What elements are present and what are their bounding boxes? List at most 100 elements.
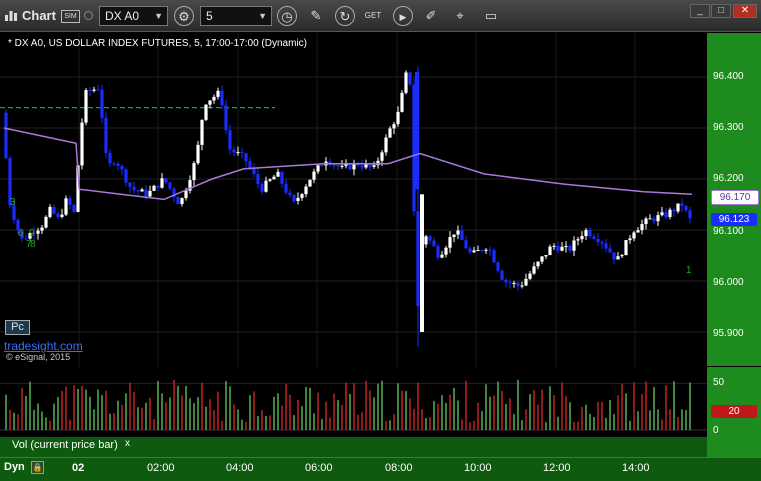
candle-body [556, 245, 560, 251]
minimize-button[interactable]: _ [690, 4, 710, 18]
time-icon[interactable]: ◷ [277, 6, 297, 26]
message-icon[interactable]: ▭ [481, 6, 501, 26]
candle-body [256, 174, 260, 184]
candle-body [360, 165, 364, 168]
candle-body [68, 198, 72, 205]
close-button[interactable]: ✕ [733, 4, 757, 18]
candle-body [276, 171, 280, 177]
candle-body [400, 92, 404, 112]
candle-body [52, 206, 56, 214]
candle-body [616, 256, 620, 260]
candle-body [92, 89, 96, 91]
candle-body [40, 227, 44, 231]
candle-body [144, 189, 148, 197]
candle-body [392, 124, 396, 129]
price-tick: 96.400 [713, 71, 744, 82]
candle-body [660, 212, 664, 216]
volume-study-label[interactable]: Vol (current price bar) [12, 439, 118, 451]
candle-body [272, 176, 276, 180]
dynamic-mode-label[interactable]: Dyn [4, 461, 25, 473]
candle-body [564, 246, 568, 248]
pattern-annotation: 3 [10, 197, 16, 208]
chart-toolbar: Chart SIM DX A0 ▼ ⚙ 5 ▼ ◷ ✎ ↻ GET ▶ ✐ ⌖ … [0, 0, 761, 32]
candle-body [364, 163, 368, 168]
price-chart[interactable]: 36 9781 [0, 33, 707, 367]
lock-icon[interactable]: 🔒 [31, 461, 44, 474]
pattern-annotation: 9 [29, 228, 35, 239]
candle-body [108, 152, 112, 164]
candle-body [544, 255, 548, 257]
refresh-icon[interactable]: ↻ [335, 6, 355, 26]
candle-body [456, 230, 460, 235]
candle-body [112, 163, 116, 165]
candle-body [264, 180, 268, 192]
volume-chart[interactable] [0, 367, 707, 437]
candle-body [420, 194, 424, 332]
symbol-settings-icon[interactable]: ⚙ [174, 6, 194, 26]
chevron-down-icon[interactable]: ▼ [258, 7, 267, 25]
candle-body [240, 152, 244, 154]
candle-body [600, 242, 604, 244]
candle-body [528, 273, 532, 279]
candle-body [200, 119, 204, 145]
candle-body [244, 153, 248, 162]
time-label: 12:00 [543, 462, 571, 474]
candle-body [104, 117, 108, 153]
candle-body [132, 186, 136, 191]
candle-body [116, 163, 120, 166]
maximize-button[interactable]: □ [711, 4, 731, 18]
candle-body [520, 285, 524, 287]
candle-body [576, 239, 580, 241]
candle-body [348, 164, 352, 170]
pattern-annotation: 1 [686, 265, 692, 276]
candle-body [652, 218, 656, 222]
candle-body [424, 236, 428, 245]
price-tick: 96.200 [713, 173, 744, 184]
time-axis[interactable]: Dyn 🔒 02 02:00 04:00 06:00 08:00 10:00 1… [0, 457, 761, 481]
edit-icon[interactable]: ✐ [421, 6, 441, 26]
chevron-down-icon[interactable]: ▼ [154, 7, 163, 25]
pc-badge[interactable]: Pc [5, 320, 30, 335]
candle-body [476, 249, 480, 251]
candle-body [584, 230, 588, 237]
play-icon[interactable]: ▶ [393, 6, 413, 26]
candle-body [452, 234, 456, 237]
candle-body [464, 240, 468, 249]
tag-icon[interactable]: ⌖ [450, 6, 470, 26]
candle-body [432, 240, 436, 247]
symbol-value: DX A0 [105, 9, 140, 23]
candle-body [428, 236, 432, 241]
candle-body [308, 179, 312, 187]
candle-body [384, 137, 388, 153]
candle-body [88, 90, 92, 92]
candle-body [436, 246, 440, 258]
price-tick: 96.300 [713, 122, 744, 133]
interval-select[interactable]: 5 ▼ [200, 6, 272, 26]
draw-pencil-icon[interactable]: ✎ [306, 6, 326, 26]
candle-body [508, 282, 512, 284]
price-tick: 95.900 [713, 328, 744, 339]
get-data-icon[interactable]: GET [363, 6, 383, 26]
candle-body [44, 216, 48, 228]
time-label: 02 [72, 462, 85, 474]
candle-body [612, 252, 616, 260]
time-label: 02:00 [147, 462, 175, 474]
candle-body [640, 224, 644, 231]
candle-body [684, 206, 688, 211]
candle-body [228, 130, 232, 150]
volume-tick: 50 [713, 377, 725, 388]
candle-body [588, 230, 592, 237]
candle-body [168, 182, 172, 189]
candle-body [124, 169, 128, 183]
chart-icon [5, 11, 17, 21]
candle-body [492, 250, 496, 263]
close-icon[interactable]: x [125, 438, 130, 449]
candle-body [164, 178, 168, 183]
candle-body [140, 189, 144, 192]
symbol-input[interactable]: DX A0 ▼ [99, 6, 168, 26]
candle-body [628, 238, 632, 241]
time-label: 06:00 [305, 462, 333, 474]
watermark-link[interactable]: tradesight.com [4, 339, 83, 353]
candle-body [500, 270, 504, 280]
candle-body [552, 245, 556, 247]
